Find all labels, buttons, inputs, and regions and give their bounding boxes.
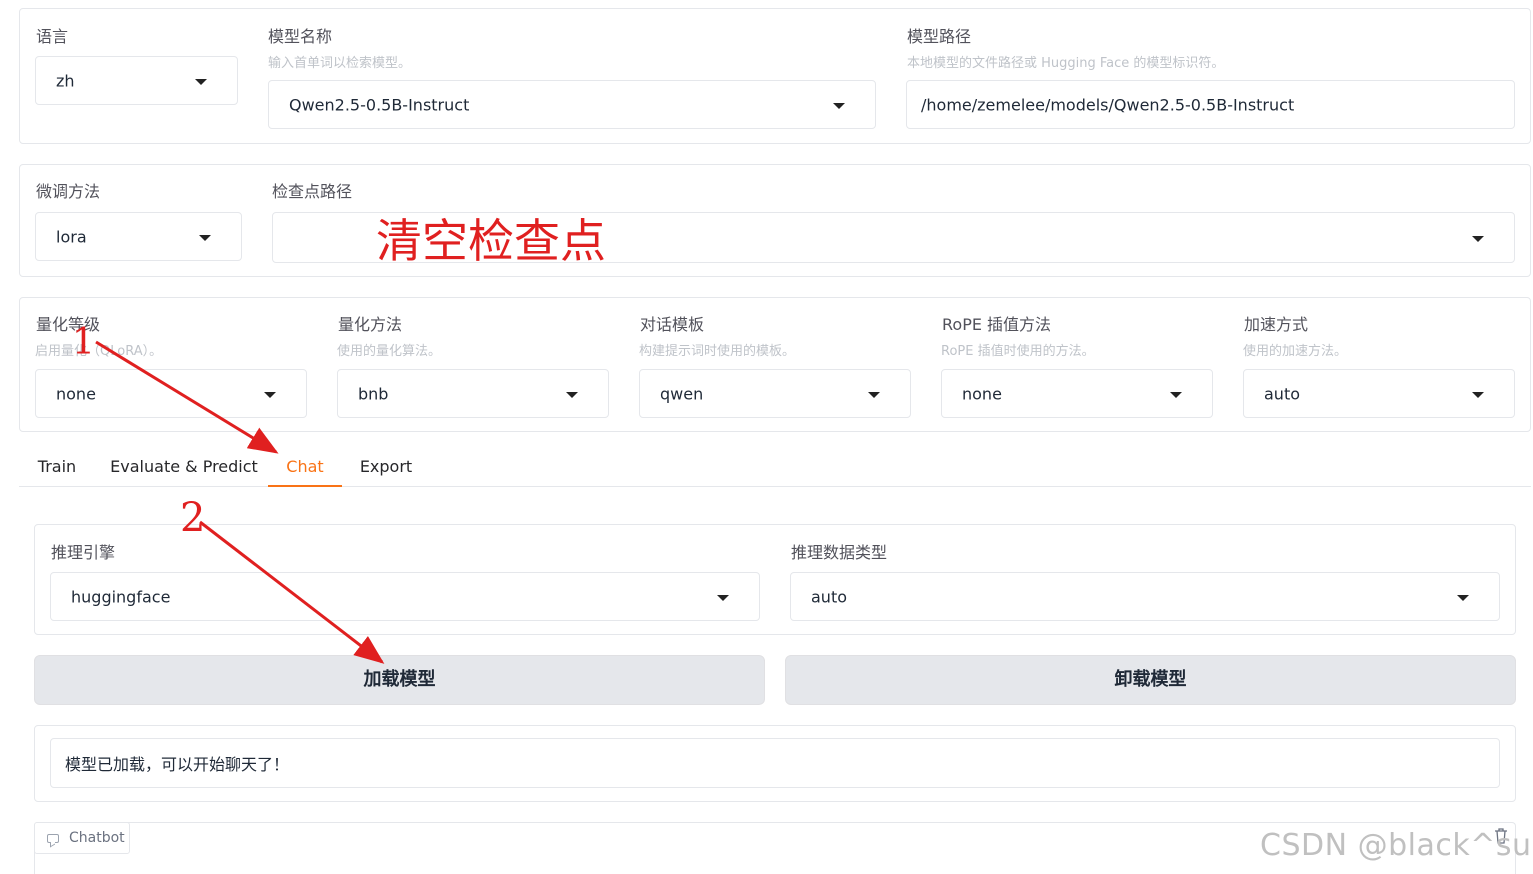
template-label: 对话模板 xyxy=(640,315,705,334)
model-path-label: 模型路径 xyxy=(907,27,972,46)
chevron-down-icon xyxy=(199,234,211,241)
chevron-down-icon xyxy=(1472,235,1484,242)
booster-label: 加速方式 xyxy=(1244,315,1309,334)
tab-export[interactable]: Export xyxy=(352,448,420,487)
infer-dtype-label: 推理数据类型 xyxy=(791,543,888,562)
quant-bit-info: 启用量化（QLoRA）。 xyxy=(35,344,163,359)
template-info: 构建提示词时使用的模板。 xyxy=(639,344,796,359)
chevron-down-icon xyxy=(264,391,276,398)
infer-backend-value: huggingface xyxy=(71,587,171,606)
model-path-value: /home/zemelee/models/Qwen2.5-0.5B-Instru… xyxy=(921,95,1295,114)
tab-chat[interactable]: Chat xyxy=(268,448,342,487)
chevron-down-icon xyxy=(833,102,845,109)
tab-evaluate-predict[interactable]: Evaluate & Predict xyxy=(104,448,264,487)
infer-dtype-dropdown[interactable]: auto xyxy=(790,572,1500,621)
booster-value: auto xyxy=(1264,384,1301,403)
chevron-down-icon xyxy=(1472,391,1484,398)
quant-method-info: 使用的量化算法。 xyxy=(337,344,442,359)
clear-checkpoint-annotation: 清空检查点 xyxy=(376,214,606,268)
finetune-method-dropdown[interactable]: lora xyxy=(35,212,242,261)
chatbot-label: Chatbot xyxy=(69,830,125,846)
chevron-down-icon xyxy=(195,78,207,85)
status-box: 模型已加载，可以开始聊天了！ xyxy=(50,738,1500,788)
status-text: 模型已加载，可以开始聊天了！ xyxy=(65,755,290,774)
template-value: qwen xyxy=(660,384,704,403)
unload-model-button[interactable]: 卸载模型 xyxy=(785,655,1516,705)
finetune-method-value: lora xyxy=(56,227,87,246)
language-dropdown[interactable]: zh xyxy=(35,56,238,105)
infer-backend-dropdown[interactable]: huggingface xyxy=(50,572,760,621)
model-path-input[interactable]: /home/zemelee/models/Qwen2.5-0.5B-Instru… xyxy=(906,80,1515,129)
model-path-info: 本地模型的文件路径或 Hugging Face 的模型标识符。 xyxy=(907,56,1225,71)
step2-annotation: 2 xyxy=(180,495,206,541)
rope-info: RoPE 插值时使用的方法。 xyxy=(941,344,1095,359)
quant-method-dropdown[interactable]: bnb xyxy=(337,369,609,418)
finetune-method-label: 微调方法 xyxy=(36,182,101,201)
language-label: 语言 xyxy=(36,27,69,46)
template-dropdown[interactable]: qwen xyxy=(639,369,911,418)
quant-method-value: bnb xyxy=(358,384,389,403)
rope-label: RoPE 插值方法 xyxy=(942,315,1052,334)
chevron-down-icon xyxy=(566,391,578,398)
model-name-info: 输入首单词以检索模型。 xyxy=(268,56,412,71)
infer-dtype-value: auto xyxy=(811,587,848,606)
load-model-button[interactable]: 加载模型 xyxy=(34,655,765,705)
watermark: CSDN @black^sugar xyxy=(1260,828,1533,863)
chatbot-tag: Chatbot xyxy=(34,822,130,854)
chevron-down-icon xyxy=(868,391,880,398)
language-value: zh xyxy=(56,71,75,90)
model-name-dropdown[interactable]: Qwen2.5-0.5B-Instruct xyxy=(268,80,876,129)
rope-value: none xyxy=(962,384,1002,403)
step1-annotation: 1 xyxy=(72,322,95,363)
tab-bar: Train Evaluate & Predict Chat Export xyxy=(19,448,1531,487)
model-name-value: Qwen2.5-0.5B-Instruct xyxy=(289,95,470,114)
quant-bit-dropdown[interactable]: none xyxy=(35,369,307,418)
checkpoint-label: 检查点路径 xyxy=(272,182,353,201)
booster-dropdown[interactable]: auto xyxy=(1243,369,1515,418)
chevron-down-icon xyxy=(717,594,729,601)
booster-info: 使用的加速方法。 xyxy=(1243,344,1348,359)
chat-icon xyxy=(47,834,59,843)
model-name-label: 模型名称 xyxy=(268,27,333,46)
chevron-down-icon xyxy=(1170,391,1182,398)
tab-train[interactable]: Train xyxy=(25,448,89,487)
rope-dropdown[interactable]: none xyxy=(941,369,1213,418)
quant-method-label: 量化方法 xyxy=(338,315,403,334)
infer-backend-label: 推理引擎 xyxy=(51,543,116,562)
quant-bit-value: none xyxy=(56,384,96,403)
chevron-down-icon xyxy=(1457,594,1469,601)
